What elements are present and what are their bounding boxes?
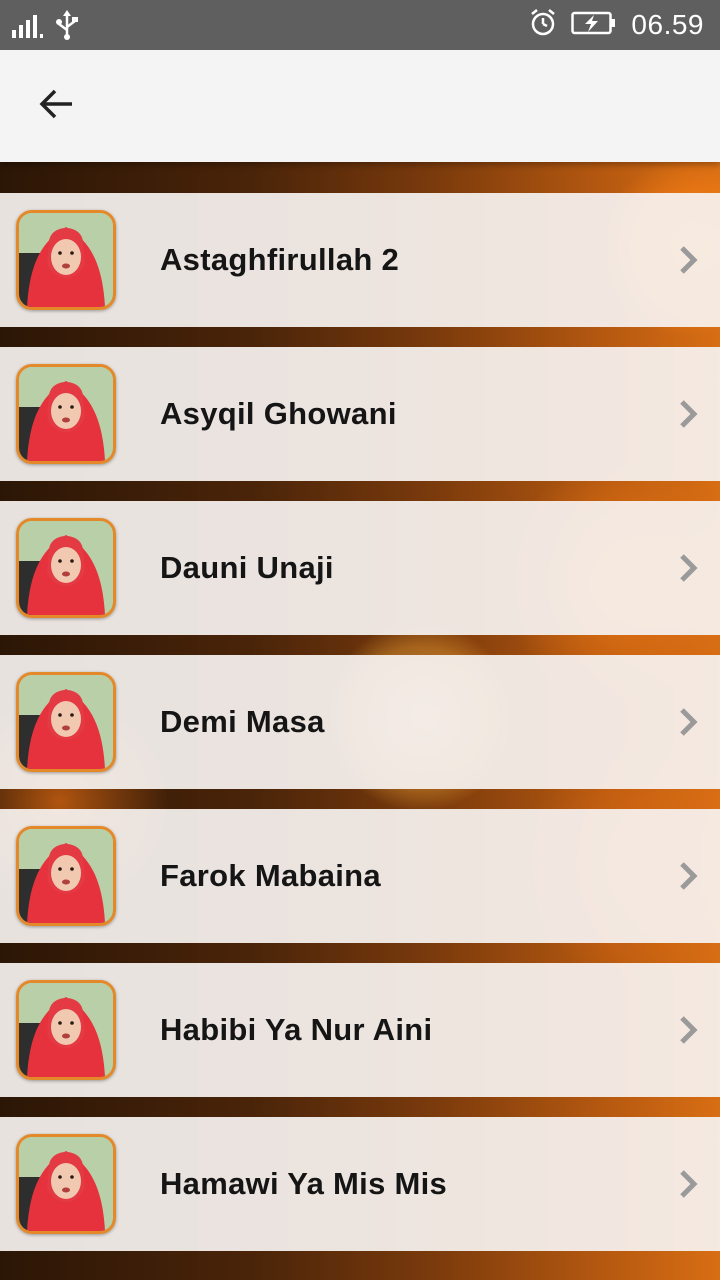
song-list-background: Astaghfirullah 2 Asyqil Ghowani Dauni Un…	[0, 162, 720, 1280]
chevron-right-icon	[680, 400, 698, 428]
status-time: 06.59	[631, 9, 704, 40]
song-list-item[interactable]: Habibi Ya Nur Aini	[0, 963, 720, 1097]
song-title: Habibi Ya Nur Aini	[160, 1012, 433, 1047]
song-list-item[interactable]: Demi Masa	[0, 655, 720, 789]
arrow-left-icon	[38, 88, 74, 125]
back-button[interactable]	[20, 72, 92, 140]
chevron-right-icon	[680, 554, 698, 582]
song-title: Dauni Unaji	[160, 550, 334, 585]
chevron-right-icon	[680, 708, 698, 736]
song-title: Farok Mabaina	[160, 858, 381, 893]
song-list-item[interactable]: Farok Mabaina	[0, 809, 720, 943]
chevron-right-icon	[680, 1016, 698, 1044]
alarm-icon	[529, 8, 557, 42]
song-title: Asyqil Ghowani	[160, 396, 397, 431]
song-list: Astaghfirullah 2 Asyqil Ghowani Dauni Un…	[0, 193, 720, 1271]
signal-icon	[10, 12, 44, 43]
song-list-item[interactable]: Dauni Unaji	[0, 501, 720, 635]
song-list-item[interactable]: Hamawi Ya Mis Mis	[0, 1117, 720, 1251]
singer-thumbnail	[16, 364, 116, 464]
singer-thumbnail	[16, 210, 116, 310]
song-title: Demi Masa	[160, 704, 325, 739]
singer-thumbnail	[16, 1134, 116, 1234]
chevron-right-icon	[680, 246, 698, 274]
singer-thumbnail	[16, 672, 116, 772]
singer-thumbnail	[16, 980, 116, 1080]
battery-charging-icon	[571, 11, 617, 40]
usb-icon	[54, 10, 80, 45]
chevron-right-icon	[680, 1170, 698, 1198]
singer-thumbnail	[16, 518, 116, 618]
song-title: Astaghfirullah 2	[160, 242, 400, 277]
status-bar: 06.59	[0, 0, 720, 50]
song-list-item[interactable]: Astaghfirullah 2	[0, 193, 720, 327]
chevron-right-icon	[680, 862, 698, 890]
song-title: Hamawi Ya Mis Mis	[160, 1166, 448, 1201]
app-bar	[0, 50, 720, 162]
song-list-item[interactable]: Asyqil Ghowani	[0, 347, 720, 481]
singer-thumbnail	[16, 826, 116, 926]
